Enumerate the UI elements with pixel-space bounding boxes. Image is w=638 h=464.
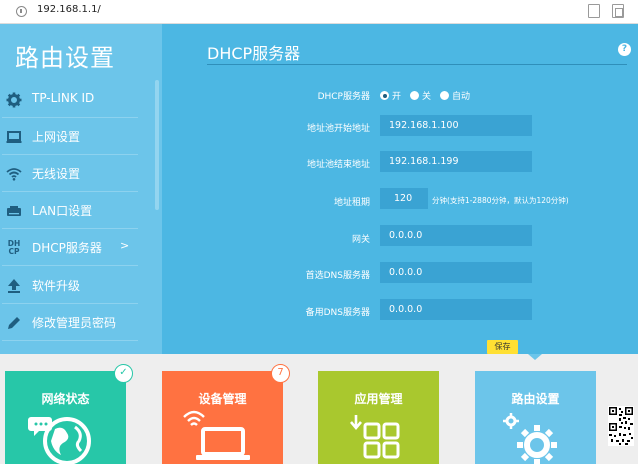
secondary-dns-label: 备用DNS服务器	[305, 308, 370, 318]
chevron-right-icon: >	[120, 239, 130, 252]
dhcp-server-label: DHCP服务器	[317, 92, 370, 102]
lease-time-hint: 分钟(支持1-2880分钟，默认为120分钟)	[432, 196, 569, 205]
title-divider	[207, 64, 627, 65]
tile-label: 设备管理	[198, 392, 247, 406]
pencil-icon	[6, 315, 22, 331]
end-address-input[interactable]: 192.168.1.199	[380, 151, 532, 172]
monitor-icon	[6, 129, 22, 145]
tile-router-settings[interactable]: 路由设置	[475, 371, 596, 464]
radio-auto-label: 自动	[452, 92, 471, 102]
sidebar-item-label: LAN口设置	[32, 204, 93, 218]
upgrade-icon	[6, 278, 22, 294]
tile-app-management[interactable]: 应用管理	[318, 371, 439, 464]
sidebar-item-lan[interactable]: LAN口设置	[0, 192, 138, 229]
sidebar-item-dhcp[interactable]: DH CP DHCP服务器 >	[0, 229, 138, 266]
laptop-icon	[162, 407, 283, 464]
sidebar-title: 路由设置	[15, 44, 115, 72]
tile-network-status[interactable]: 网络状态	[5, 371, 126, 464]
sidebar-item-label: TP-LINK ID	[32, 91, 95, 105]
secondary-dns-input[interactable]: 0.0.0.0	[380, 299, 532, 320]
radio-auto[interactable]	[440, 91, 449, 100]
tile-label: 路由设置	[511, 392, 560, 406]
sidebar-item-label: 无线设置	[32, 167, 81, 181]
start-address-input[interactable]: 192.168.1.100	[380, 115, 532, 136]
help-icon[interactable]: ?	[618, 43, 631, 56]
sidebar-item-tplink-id[interactable]: TP-LINK ID	[0, 81, 138, 118]
gateway-input[interactable]: 0.0.0.0	[380, 225, 532, 246]
sidebar-item-internet[interactable]: 上网设置	[0, 118, 138, 155]
save-pointer	[528, 354, 542, 360]
tile-device-management[interactable]: 设备管理	[162, 371, 283, 464]
settings-gear-icon	[475, 407, 596, 464]
lease-time-input[interactable]: 120	[380, 188, 428, 209]
sidebar-item-password[interactable]: 修改管理员密码	[0, 304, 138, 341]
gateway-label: 网关	[351, 235, 370, 245]
sidebar-scrollbar[interactable]	[155, 80, 159, 210]
sidebar-item-upgrade[interactable]: 软件升级	[0, 267, 138, 304]
tile-label: 应用管理	[354, 392, 403, 406]
radio-off[interactable]	[410, 91, 419, 100]
gear-icon	[6, 92, 22, 108]
dhcp-icon: DH CP	[7, 239, 21, 256]
qr-code	[608, 406, 634, 446]
radio-off-label: 关	[422, 92, 432, 102]
end-address-label: 地址池结束地址	[306, 160, 370, 170]
save-button[interactable]: 保存	[487, 340, 518, 354]
apps-icon	[318, 407, 439, 464]
sidebar-item-label: 上网设置	[32, 130, 81, 144]
lan-icon	[6, 203, 22, 219]
globe-icon	[5, 407, 126, 464]
sidebar-item-label: 修改管理员密码	[32, 316, 117, 330]
collections-icon[interactable]	[612, 4, 624, 18]
wifi-icon	[6, 166, 22, 182]
sidebar: 路由设置 TP-LINK ID 上网设置 无线设置 LAN口设置 DH CP D…	[0, 24, 162, 354]
sidebar-item-wireless[interactable]: 无线设置	[0, 155, 138, 192]
url-text[interactable]: 192.168.1.1/	[37, 4, 101, 15]
address-bar[interactable]: 192.168.1.1/	[0, 0, 638, 24]
primary-dns-label: 首选DNS服务器	[305, 271, 370, 281]
tile-label: 网络状态	[41, 392, 90, 406]
radio-on-label: 开	[392, 92, 402, 102]
sidebar-item-label: 软件升级	[32, 279, 81, 293]
page-title: DHCP服务器	[207, 44, 301, 63]
device-count-badge: 7	[271, 364, 290, 383]
info-icon[interactable]	[16, 6, 27, 17]
sidebar-item-label: DHCP服务器	[32, 241, 102, 255]
primary-dns-input[interactable]: 0.0.0.0	[380, 262, 532, 283]
radio-on[interactable]	[380, 91, 389, 100]
lease-time-label: 地址租期	[333, 198, 370, 208]
status-check-badge: ✓	[114, 364, 133, 383]
reader-view-icon[interactable]	[588, 4, 600, 18]
start-address-label: 地址池开始地址	[306, 124, 370, 134]
